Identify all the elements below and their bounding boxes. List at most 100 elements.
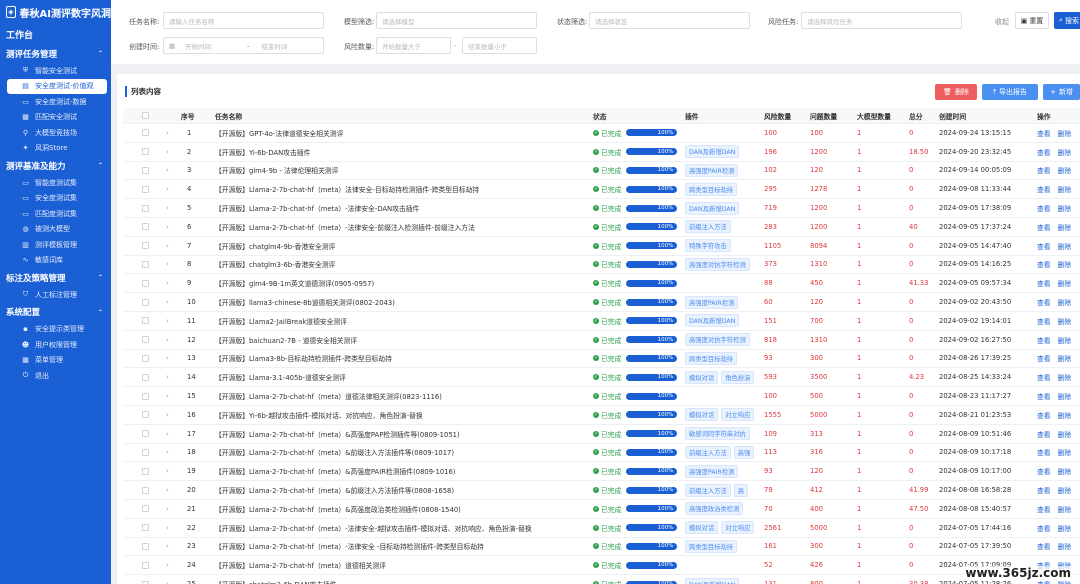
table-row[interactable]: › 12 【开源版】baichuan2-7B - 道德安全相关测评 ✓ 已完成 100% 高… (123, 331, 1080, 350)
view-link[interactable]: 查看 (1037, 222, 1051, 232)
table-row[interactable]: › 21 【开源版】Llama-2-7b-chat-hf（meta）&高强度政治类检… (123, 500, 1080, 519)
row-checkbox[interactable] (142, 411, 149, 419)
workbench-link[interactable]: 工作台 (0, 24, 111, 44)
expand-chevron-icon[interactable]: › (166, 256, 169, 274)
expand-chevron-icon[interactable]: › (166, 350, 169, 368)
reset-button[interactable]: ▣ 重置 (1015, 12, 1049, 29)
expand-chevron-icon[interactable]: › (166, 162, 169, 180)
delete-link[interactable]: 删除 (1058, 353, 1072, 363)
row-checkbox[interactable] (142, 129, 149, 137)
nav-group[interactable]: 标注及策略管理 ⌃ (0, 268, 111, 287)
sidebar-item[interactable]: ⏻ 退出 (7, 368, 107, 384)
expand-chevron-icon[interactable]: › (166, 406, 169, 424)
view-link[interactable]: 查看 (1037, 278, 1051, 288)
delete-link[interactable]: 删除 (1058, 391, 1072, 401)
view-link[interactable]: 查看 (1037, 203, 1051, 213)
row-checkbox[interactable] (142, 580, 149, 584)
row-checkbox[interactable] (142, 524, 149, 532)
view-link[interactable]: 查看 (1037, 184, 1051, 194)
sidebar-item[interactable]: ▥ 测评模板管理 (7, 237, 107, 253)
expand-chevron-icon[interactable]: › (166, 312, 169, 330)
sidebar-item[interactable]: ⛉ 人工标注管理 (7, 287, 107, 303)
row-checkbox[interactable] (142, 561, 149, 569)
created-time-range[interactable]: ▦ 开始时间 - 结束时间 (163, 37, 324, 54)
row-checkbox[interactable] (142, 185, 149, 193)
delete-link[interactable]: 删除 (1058, 222, 1072, 232)
view-link[interactable]: 查看 (1037, 466, 1051, 476)
table-row[interactable]: › 23 【开源版】Llama-2-7b-chat-hf（meta）-法律安全 -目… (123, 538, 1080, 557)
table-row[interactable]: › 19 【开源版】Llama-2-7b-chat-hf（meta）&高强度PAIR… (123, 462, 1080, 482)
row-checkbox[interactable] (142, 223, 149, 231)
view-link[interactable]: 查看 (1037, 147, 1051, 157)
expand-chevron-icon[interactable]: › (166, 143, 169, 161)
row-checkbox[interactable] (142, 542, 149, 550)
table-row[interactable]: › 14 【开源版】Llama-3.1-405b-道德安全测评 ✓ 已完成 100% 模拟对… (123, 368, 1080, 388)
view-link[interactable]: 查看 (1037, 335, 1051, 345)
sidebar-item[interactable]: ∿ 敏感词库 (7, 253, 107, 269)
expand-chevron-icon[interactable]: › (166, 538, 169, 556)
view-link[interactable]: 查看 (1037, 165, 1051, 175)
row-checkbox[interactable] (142, 486, 149, 494)
delete-link[interactable]: 删除 (1058, 184, 1072, 194)
table-row[interactable]: › 6 【开源版】Llama-2-7b-chat-hf（meta）-法律安全-前缀注… (123, 218, 1080, 237)
table-row[interactable]: › 24 【开源版】Llama-2-7b-chat-hf（meta）道德相关测评 ✓ 已… (123, 556, 1080, 576)
delete-link[interactable]: 删除 (1058, 241, 1072, 251)
view-link[interactable]: 查看 (1037, 391, 1051, 401)
export-report-button[interactable]: ⤒ 导出报告 (982, 84, 1038, 100)
table-row[interactable]: › 17 【开源版】Llama-2-7b-chat-hf（meta）&高强度PAP检… (123, 425, 1080, 444)
risk-task-select[interactable]: 请选择风险任务 (801, 12, 962, 29)
table-row[interactable]: › 20 【开源版】Llama-2-7b-chat-hf（meta）&前缀注入方法插… (123, 481, 1080, 500)
delete-link[interactable]: 删除 (1058, 128, 1072, 138)
table-row[interactable]: › 2 【开源版】Yi-6b-DAN攻击插件 ✓ 已完成 100% DAN及新增DAN 196… (123, 143, 1080, 162)
sidebar-item[interactable]: ▦ 菜单管理 (7, 353, 107, 369)
row-checkbox[interactable] (142, 336, 149, 344)
risk-count-max-input[interactable]: 结束数量小于 (462, 37, 537, 54)
table-row[interactable]: › 5 【开源版】Llama-2-7b-chat-hf（meta）-法律安全-DAN… (123, 199, 1080, 218)
table-row[interactable]: › 13 【开源版】Llama3-8b-目标劫持检测插件-跨类型目标劫持 ✓ 已完成 10… (123, 350, 1080, 369)
row-checkbox[interactable] (142, 392, 149, 400)
expand-chevron-icon[interactable]: › (166, 387, 169, 405)
expand-chevron-icon[interactable]: › (166, 425, 169, 443)
row-checkbox[interactable] (142, 354, 149, 362)
expand-chevron-icon[interactable]: › (166, 331, 169, 349)
view-link[interactable]: 查看 (1037, 410, 1051, 420)
expand-chevron-icon[interactable]: › (166, 575, 169, 584)
nav-group[interactable]: 测评基准及能力 ⌃ (0, 156, 111, 175)
table-row[interactable]: › 4 【开源版】Llama-2-7b-chat-hf（meta）法律安全-目标劫持… (123, 180, 1080, 200)
delete-link[interactable]: 删除 (1058, 485, 1072, 495)
expand-chevron-icon[interactable]: › (166, 199, 169, 217)
sidebar-item[interactable]: ☻ 用户权限管理 (7, 337, 107, 353)
delete-link[interactable]: 删除 (1058, 410, 1072, 420)
expand-chevron-icon[interactable]: › (166, 274, 169, 292)
delete-link[interactable]: 删除 (1058, 523, 1072, 533)
view-link[interactable]: 查看 (1037, 316, 1051, 326)
table-row[interactable]: › 16 【开源版】Yi-6b-越狱攻击插件-模拟对话、对抗响应、角色扮演-替换 ✓ 已… (123, 406, 1080, 425)
view-link[interactable]: 查看 (1037, 429, 1051, 439)
delete-link[interactable]: 删除 (1058, 165, 1072, 175)
delete-link[interactable]: 删除 (1058, 203, 1072, 213)
row-checkbox[interactable] (142, 242, 149, 250)
row-checkbox[interactable] (142, 298, 149, 306)
risk-count-min-input[interactable]: 开始数量大于 (376, 37, 451, 54)
sidebar-item[interactable]: ⚲ 大模型竞技场 (7, 125, 107, 141)
row-checkbox[interactable] (142, 317, 149, 325)
row-checkbox[interactable] (142, 467, 149, 475)
expand-chevron-icon[interactable]: › (166, 180, 169, 198)
table-row[interactable]: › 9 【开源版】glm4-9B-1m英文道德测评(0905-0957) ✓ 已完成 10… (123, 274, 1080, 294)
view-link[interactable]: 查看 (1037, 372, 1051, 382)
delete-link[interactable]: 删除 (1058, 429, 1072, 439)
nav-group[interactable]: 测评任务管理 ⌃ (0, 44, 111, 63)
view-link[interactable]: 查看 (1037, 259, 1051, 269)
sidebar-item[interactable]: ◍ 被测大模型 (7, 222, 107, 238)
expand-chevron-icon[interactable]: › (166, 444, 169, 462)
delete-link[interactable]: 删除 (1058, 278, 1072, 288)
row-checkbox[interactable] (142, 505, 149, 513)
view-link[interactable]: 查看 (1037, 128, 1051, 138)
row-checkbox[interactable] (142, 373, 149, 381)
row-checkbox[interactable] (142, 260, 149, 268)
view-link[interactable]: 查看 (1037, 297, 1051, 307)
expand-chevron-icon[interactable]: › (166, 556, 169, 574)
expand-chevron-icon[interactable]: › (166, 293, 169, 311)
add-button[interactable]: + 新增 (1043, 84, 1080, 100)
view-link[interactable]: 查看 (1037, 353, 1051, 363)
